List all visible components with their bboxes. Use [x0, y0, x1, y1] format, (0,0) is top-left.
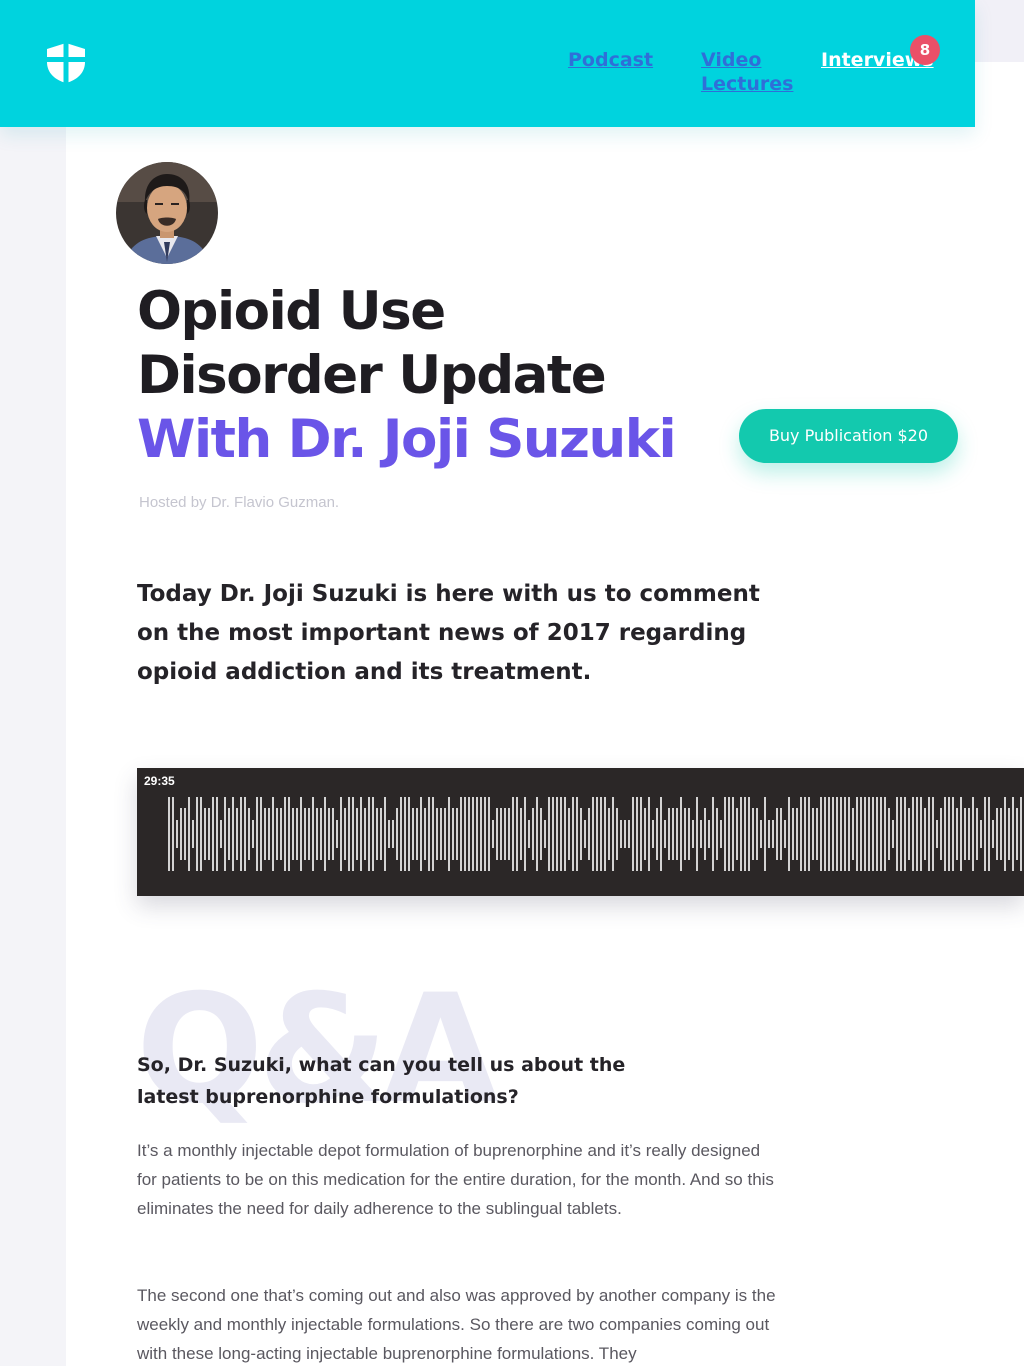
background-strip	[975, 0, 1024, 62]
hosted-by-text: Hosted by Dr. Flavio Guzman.	[139, 494, 340, 511]
top-header: Podcast Video Lectures Interviews 8	[0, 0, 975, 127]
intro-text: Today Dr. Joji Suzuki is here with us to…	[137, 581, 760, 685]
speaker-portrait	[116, 162, 218, 264]
interviews-count-badge: 8	[910, 35, 940, 65]
shield-cross-icon[interactable]	[45, 42, 87, 84]
page-title: Opioid Use Disorder Update With Dr. Joji…	[137, 280, 677, 472]
audio-duration: 29:35	[144, 774, 175, 788]
avatar	[116, 162, 218, 264]
buy-publication-button[interactable]: Buy Publication $20	[739, 409, 958, 463]
nav-link-video-lectures[interactable]: Video Lectures	[701, 48, 793, 96]
nav-link-podcast[interactable]: Podcast	[568, 48, 653, 72]
title-line-1: Opioid Use	[137, 281, 446, 342]
audio-waveform[interactable]	[167, 792, 1024, 876]
qa-answer-paragraph-1: It’s a monthly injectable depot formulat…	[137, 1141, 774, 1218]
qa-answer-paragraph-2: The second one that’s coming out and als…	[137, 1286, 776, 1363]
qa-question: So, Dr. Suzuki, what can you tell us abo…	[137, 1054, 626, 1108]
audio-player[interactable]: 29:35	[137, 768, 1024, 896]
title-line-2: Disorder Update	[137, 345, 607, 406]
title-guest-line: With Dr. Joji Suzuki	[137, 409, 677, 470]
